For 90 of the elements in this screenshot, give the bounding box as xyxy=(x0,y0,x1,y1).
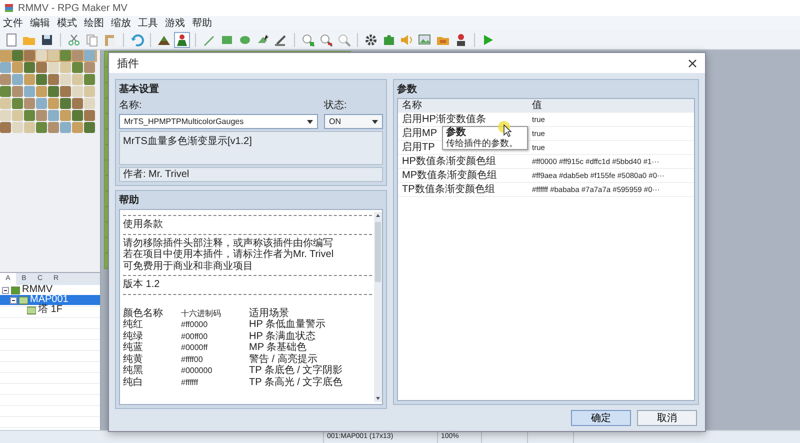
caret-icon xyxy=(372,120,378,124)
menu-item[interactable]: 游戏 xyxy=(165,16,185,30)
table-cell[interactable]: HP数值条渐变颜色组 xyxy=(398,156,528,168)
copy-icon xyxy=(85,32,99,46)
undo-icon xyxy=(130,32,144,46)
table-cell[interactable]: TP数值条渐变颜色组 xyxy=(398,184,528,196)
gear-icon xyxy=(364,32,378,46)
person-icon xyxy=(175,32,189,46)
help-text: 使用条款 xyxy=(123,219,164,230)
help-text: 版本 1.2 xyxy=(123,279,161,290)
help-text: 可免费用于商业和非商业项目 xyxy=(123,260,254,272)
app-icon xyxy=(4,3,14,13)
zoom-tool-button[interactable] xyxy=(336,32,352,48)
image-tool-button[interactable] xyxy=(417,32,433,48)
tooltip-title: 参数 xyxy=(446,127,466,138)
scissors-icon xyxy=(67,32,81,46)
description-text: MrTS血量多色渐变显示[v1.2] xyxy=(123,136,252,147)
section-title: 帮助 xyxy=(119,194,139,207)
field-label: 名称: xyxy=(119,99,143,112)
collapse-icon[interactable] xyxy=(10,296,17,304)
zoom-in-tool-button[interactable] xyxy=(300,32,316,48)
help-table-cell-text: 纯绿 xyxy=(123,330,144,342)
undo-tool-button[interactable] xyxy=(129,32,145,48)
scrollbar[interactable] xyxy=(374,212,382,402)
gear-tool-button[interactable] xyxy=(363,32,379,48)
close-icon[interactable] xyxy=(688,58,697,68)
help-text: 若在项目中使用本插件，请标注作者为Mr. Trivel xyxy=(123,249,335,260)
menu-item[interactable]: 工具 xyxy=(138,16,158,30)
field-label: 状态: xyxy=(324,98,347,112)
help-table-cell-text: 颜色名称 xyxy=(123,308,164,319)
dropdown-value: MrTS_HPMPTPMulticolorGauges xyxy=(124,117,244,126)
character-icon xyxy=(454,32,468,46)
new-file-icon xyxy=(4,32,18,46)
help-table-cell: HP 条低血量警示 xyxy=(249,319,326,330)
help-table-cell-text: #000000 xyxy=(181,365,214,376)
help-text: 请勿移除插件头部注释，或声称该插件由你编写 xyxy=(123,238,334,248)
help-table-cell-text: 警告 / 高亮提示 xyxy=(249,354,318,364)
help-table-cell-text: HP 条满血状态 xyxy=(249,330,316,342)
cancel-button[interactable]: 取消 xyxy=(637,410,697,426)
tooltip-text: 传给插件的参数。 xyxy=(446,138,519,149)
copy-tool-button[interactable] xyxy=(84,32,100,48)
menu-item[interactable]: 帮助 xyxy=(192,16,212,30)
help-table-cell-text: #00ff00 xyxy=(181,330,209,342)
help-table-cell-text: 纯黑 xyxy=(123,365,144,376)
help-table-cell-text: 十六进制码 xyxy=(181,308,222,319)
tree-item[interactable]: RMMV xyxy=(22,285,53,295)
section-title: 基本设置 xyxy=(119,82,159,96)
help-table-cell-text: 纯黄 xyxy=(123,354,144,365)
image-icon xyxy=(418,32,432,46)
column-header[interactable]: 名称 xyxy=(398,100,528,112)
help-table-cell: TP 条底色 / 文字阴影 xyxy=(249,365,343,376)
help-table-cell: MP 条基础色 xyxy=(249,342,307,354)
table-cell[interactable]: MP数值条渐变颜色组 xyxy=(398,170,528,182)
dropdown[interactable]: ON xyxy=(324,114,383,129)
dropdown-value: ON xyxy=(329,117,341,126)
table-cell[interactable]: 启用HP渐变数值条 xyxy=(398,114,528,126)
zoom-out-icon xyxy=(319,32,333,46)
help-table-cell-text: #ff0000 xyxy=(181,319,209,330)
help-table-cell-text: #ffffff xyxy=(181,376,200,388)
zoom-out-tool-button[interactable] xyxy=(318,32,334,48)
caret-icon xyxy=(307,120,313,124)
paste-icon xyxy=(103,32,117,46)
zoom-in-icon xyxy=(301,32,315,46)
help-table-cell-text: 纯蓝 xyxy=(123,342,144,354)
section-title: 参数 xyxy=(397,82,417,96)
menu-item[interactable]: 绘图 xyxy=(84,16,104,30)
window-title: RMMV - RPG Maker MV xyxy=(18,2,128,14)
help-table-cell-text: 纯红 xyxy=(123,319,144,330)
help-table-cell-text: #ffff00 xyxy=(181,354,204,365)
save-icon xyxy=(40,32,54,46)
speaker-icon xyxy=(400,32,414,46)
dialog-title: 插件 xyxy=(117,56,139,70)
menu-item[interactable]: 模式 xyxy=(57,16,77,30)
help-table-cell: 适用场景 xyxy=(249,308,289,319)
help-table-cell-text: #0000ff xyxy=(181,342,209,354)
collapse-icon[interactable] xyxy=(2,286,9,294)
menu-item[interactable]: 文件 xyxy=(3,16,23,30)
dropdown[interactable]: MrTS_HPMPTPMulticolorGauges xyxy=(119,114,318,129)
menu-item[interactable]: 编辑 xyxy=(30,16,50,30)
menu-item[interactable]: 缩放 xyxy=(111,16,131,30)
author-text: 作者: Mr. Trivel xyxy=(123,169,190,180)
person-tool-button[interactable] xyxy=(174,32,190,48)
play-icon xyxy=(481,32,495,46)
tree-item[interactable]: 塔 1F xyxy=(38,305,62,315)
ok-button[interactable]: 确定 xyxy=(571,410,631,426)
puzzle-icon xyxy=(382,32,396,46)
help-table-cell: TP 条高光 / 文字底色 xyxy=(249,376,343,388)
column-header[interactable]: 值 xyxy=(528,100,694,112)
zoom-icon xyxy=(337,32,351,46)
help-table-cell-text: 纯白 xyxy=(123,376,144,388)
